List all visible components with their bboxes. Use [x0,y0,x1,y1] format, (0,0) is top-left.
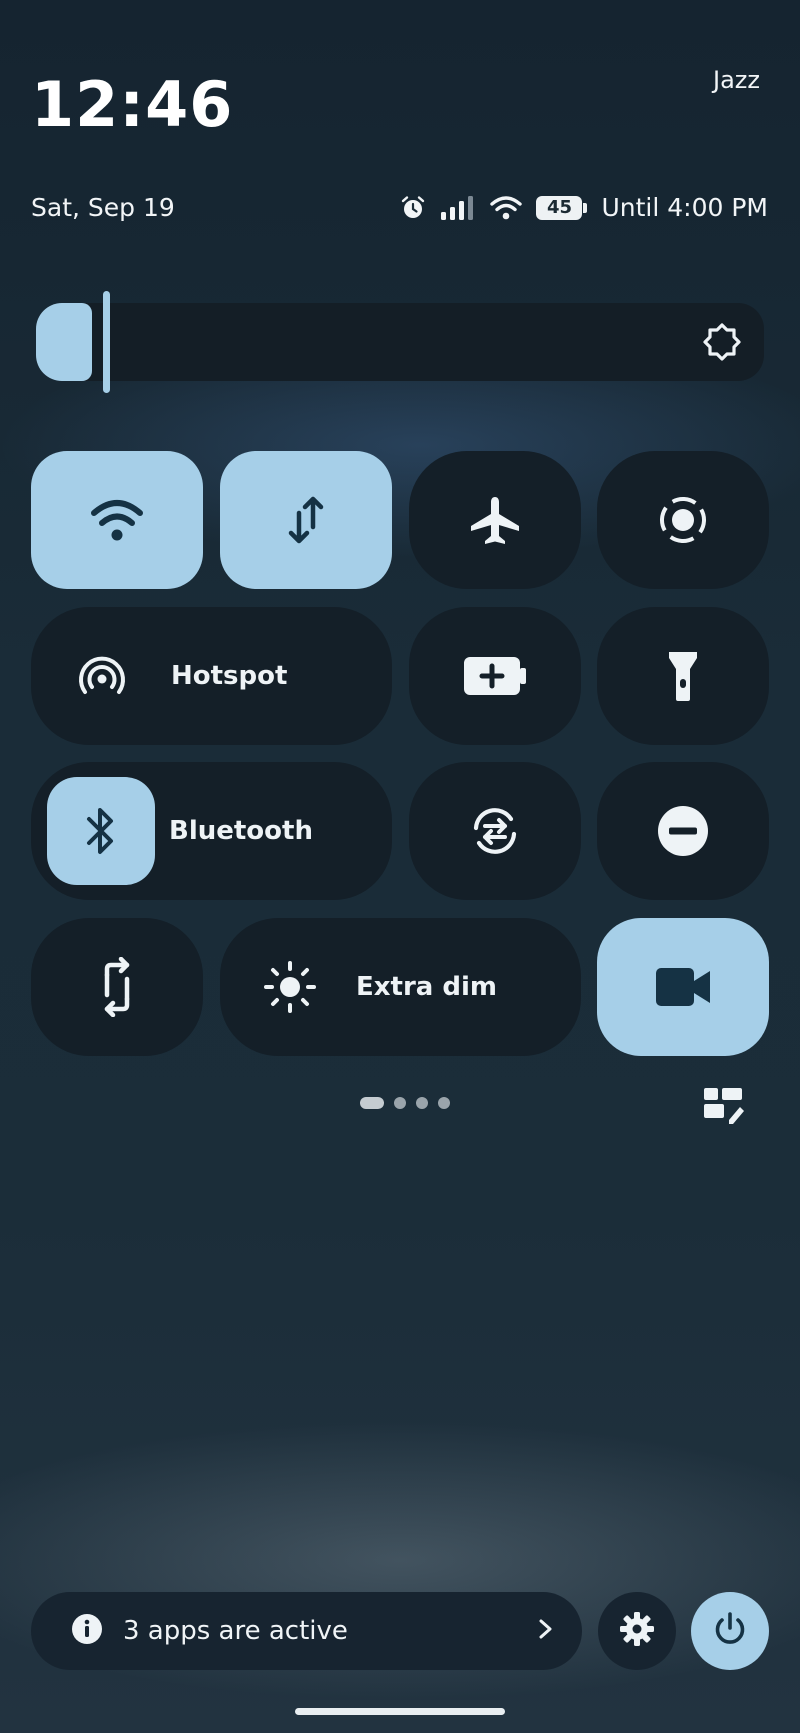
gear-icon [619,1611,655,1651]
wifi-icon [490,195,523,221]
tile-extra-dim[interactable]: Extra dim [220,918,581,1056]
tile-do-not-disturb[interactable] [597,762,769,900]
page-dot-active [360,1097,384,1109]
battery-saver-icon [462,655,528,697]
carrier-name: Jazz [713,66,760,94]
video-camera-icon [654,965,712,1009]
tile-screen-record[interactable] [597,451,769,589]
tile-camera-access[interactable] [597,918,769,1056]
date-label[interactable]: Sat, Sep 19 [31,193,175,222]
airplane-icon [468,493,522,547]
bluetooth-toggle[interactable] [47,777,155,885]
sun-icon [264,961,316,1013]
tile-airplane-mode[interactable] [409,451,581,589]
screen-record-icon [657,494,709,546]
settings-button[interactable] [598,1592,676,1670]
battery-estimate: Until 4:00 PM [601,193,768,222]
tile-auto-rotate[interactable] [31,918,203,1056]
power-button[interactable] [691,1592,769,1670]
tile-hotspot[interactable]: Hotspot [31,607,392,745]
active-apps-label: 3 apps are active [123,1616,348,1646]
clock-time[interactable]: 12:46 [31,68,233,141]
do-not-disturb-icon [656,804,710,858]
info-icon [71,1613,103,1649]
rotate-icon [97,957,137,1017]
battery-level: 45 [546,197,572,218]
tile-wifi[interactable] [31,451,203,589]
flashlight-icon [666,649,700,703]
status-icons: 45 Until 4:00 PM [400,193,768,222]
tile-battery-saver[interactable] [409,607,581,745]
tile-bluetooth[interactable]: Bluetooth [31,762,392,900]
home-gesture-bar[interactable] [295,1708,505,1715]
page-indicator [360,1097,450,1109]
bluetooth-icon [85,805,117,857]
signal-icon [440,195,476,221]
power-icon [712,1611,748,1651]
brightness-slider-handle[interactable] [103,291,110,393]
tile-flashlight[interactable] [597,607,769,745]
tile-label-hotspot: Hotspot [171,661,288,691]
tile-mobile-data[interactable] [220,451,392,589]
tile-data-saver[interactable] [409,762,581,900]
tile-label-bluetooth: Bluetooth [169,816,313,846]
hotspot-icon [77,654,127,698]
sync-icon [468,804,522,858]
auto-brightness-icon[interactable] [700,320,744,364]
page-dot [416,1097,428,1109]
battery-icon: 45 [536,195,588,220]
edit-tiles-icon[interactable] [702,1086,746,1130]
data-arrows-icon [286,495,326,545]
alarm-icon [400,195,426,221]
active-apps-button[interactable]: 3 apps are active [31,1592,582,1670]
brightness-slider-fill [36,303,92,381]
wifi-icon [90,497,144,543]
chevron-right-icon [538,1618,554,1644]
page-dot [438,1097,450,1109]
brightness-slider[interactable] [36,303,764,381]
page-dot [394,1097,406,1109]
tile-label-extra-dim: Extra dim [356,972,497,1002]
